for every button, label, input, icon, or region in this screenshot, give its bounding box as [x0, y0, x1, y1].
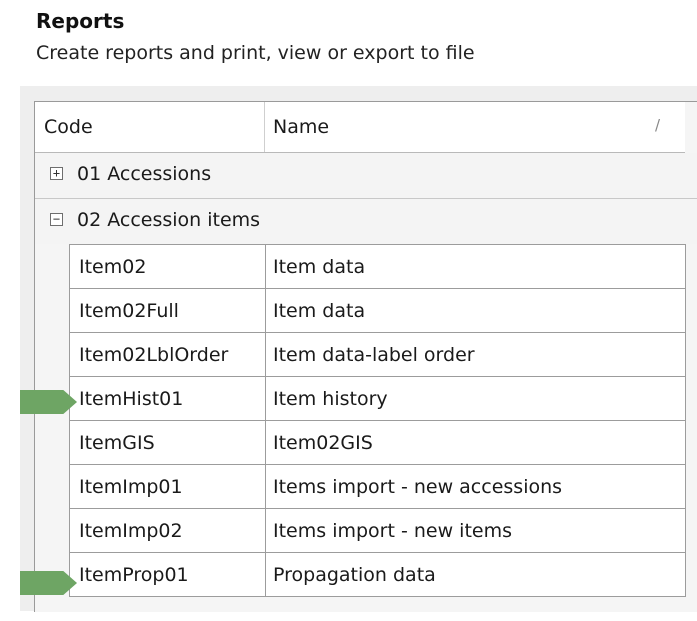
table-row[interactable]: Item02 Item data — [69, 244, 686, 289]
sort-indicator-icon: / — [655, 116, 661, 134]
row-name: Propagation data — [265, 552, 686, 597]
column-divider[interactable] — [264, 102, 265, 152]
reports-title: Reports — [36, 9, 125, 33]
row-code: ItemImp02 — [69, 508, 266, 553]
group-row-accessions[interactable]: + 01 Accessions — [35, 153, 697, 199]
row-code: ItemProp01 — [69, 552, 266, 597]
row-name: Items import - new accessions — [265, 464, 686, 509]
grid-header: Code Name / — [35, 102, 685, 153]
report-items-table: Item02 Item data Item02Full Item data It… — [69, 244, 686, 597]
group-row-accession-items[interactable]: − 02 Accession items — [35, 199, 697, 244]
row-name: Items import - new items — [265, 508, 686, 553]
row-name: Item data-label order — [265, 332, 686, 377]
row-code: Item02LblOrder — [69, 332, 266, 377]
collapse-icon[interactable]: − — [50, 213, 63, 226]
row-code: ItemHist01 — [69, 376, 266, 421]
row-name: Item history — [265, 376, 686, 421]
table-row[interactable]: ItemImp01 Items import - new accessions — [69, 464, 686, 509]
row-name: Item data — [265, 288, 686, 333]
table-row[interactable]: ItemProp01 Propagation data — [69, 552, 686, 597]
table-row[interactable]: ItemHist01 Item history — [69, 376, 686, 421]
table-row[interactable]: ItemGIS Item02GIS — [69, 420, 686, 465]
column-header-code[interactable]: Code — [44, 116, 93, 138]
row-code: ItemImp01 — [69, 464, 266, 509]
column-header-name[interactable]: Name — [273, 116, 329, 138]
reports-grid[interactable]: Code Name / + 01 Accessions − 02 Accessi… — [34, 101, 697, 612]
group-label: 02 Accession items — [77, 209, 261, 231]
table-row[interactable]: ItemImp02 Items import - new items — [69, 508, 686, 553]
table-row[interactable]: Item02LblOrder Item data-label order — [69, 332, 686, 377]
row-code: Item02Full — [69, 288, 266, 333]
group-label: 01 Accessions — [77, 163, 212, 185]
row-code: Item02 — [69, 244, 266, 289]
row-name: Item data — [265, 244, 686, 289]
expand-icon[interactable]: + — [50, 167, 63, 180]
row-name: Item02GIS — [265, 420, 686, 465]
reports-subtitle: Create reports and print, view or export… — [36, 42, 475, 64]
table-row[interactable]: Item02Full Item data — [69, 288, 686, 333]
row-code: ItemGIS — [69, 420, 266, 465]
